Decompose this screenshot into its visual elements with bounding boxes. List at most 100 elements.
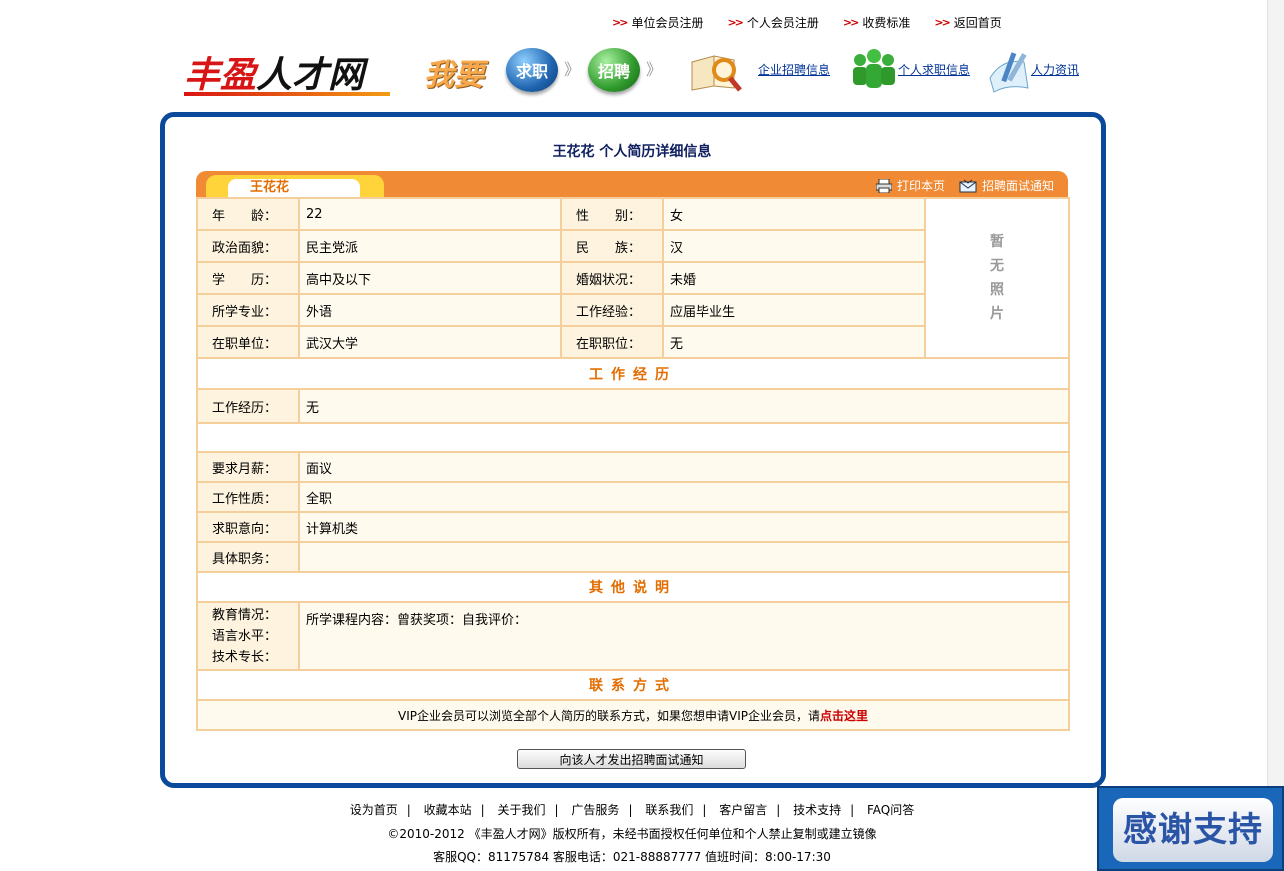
ethnicity-value: 汉 — [662, 229, 926, 263]
position-label: 在职职位： — [560, 325, 664, 359]
table-row: 工作经历 — [196, 357, 1070, 390]
gender-label: 性 别： — [560, 197, 664, 231]
seek-job-button[interactable]: 求职 — [506, 48, 558, 92]
chevron-right-icon: 》 — [646, 60, 663, 79]
job-intent-value: 计算机类 — [298, 511, 1070, 543]
envelope-icon — [959, 179, 977, 192]
table-row: 具体职务： — [196, 541, 1070, 573]
other-notes-value: 所学课程内容：曾获奖项：自我评价： — [298, 601, 1070, 671]
marital-value: 未婚 — [662, 261, 926, 295]
resume-table: 年 龄： 22 性 别： 女 暂无照片 政治面貌： 民主党派 民 族： 汉 学 … — [196, 197, 1070, 731]
salary-label: 要求月薪： — [196, 451, 300, 483]
copyright: ©2010-2012 《丰盈人才网》版权所有，未经书面授权任何单位和个人禁止复制… — [387, 827, 877, 841]
site-logo[interactable]: 丰盈人才网 — [184, 46, 390, 98]
iwant-label: 我要 — [424, 58, 484, 93]
photo-char: 无 — [990, 258, 1004, 274]
marital-label: 婚姻状况： — [560, 261, 664, 295]
nav-company-jobs[interactable]: 企业招聘信息 — [758, 61, 830, 78]
link-fees[interactable]: >> 收费标准 — [843, 14, 910, 31]
education-label: 学 历： — [196, 261, 300, 295]
footer-link-about[interactable]: 关于我们 — [498, 803, 546, 817]
printer-icon — [875, 178, 892, 193]
page-title: 王花花 个人简历详细信息 — [552, 144, 712, 160]
service-info: 客服QQ：81175784 客服电话：021-88887777 值班时间：8:0… — [433, 850, 831, 864]
age-label: 年 龄： — [196, 197, 300, 231]
interview-notify-button[interactable]: 招聘面试通知 — [959, 177, 1054, 194]
duty-label: 具体职务： — [196, 541, 300, 573]
table-row: 联系方式 — [196, 669, 1070, 701]
footer-link-support[interactable]: 技术支持 — [793, 803, 841, 817]
ethnicity-label: 民 族： — [560, 229, 664, 263]
table-row: 年 龄： 22 性 别： 女 暂无照片 — [196, 197, 1070, 359]
salary-value: 面议 — [298, 451, 1070, 483]
age-value: 22 — [298, 197, 562, 231]
spacer-row — [196, 422, 1070, 453]
table-row: 教育情况： 语言水平： 技术专长： 所学课程内容：曾获奖项：自我评价： — [196, 601, 1070, 671]
table-row: VIP企业会员可以浏览全部个人简历的联系方式，如果您想申请VIP企业会员，请点击… — [196, 699, 1070, 731]
footer-link-contact[interactable]: 联系我们 — [645, 803, 693, 817]
experience-value: 应届毕业生 — [662, 293, 926, 327]
work-history-label: 工作经历： — [196, 388, 300, 424]
top-links: >> 单位会员注册 >> 个人会员注册 >> 收费标准 >> 返回首页 — [612, 14, 1002, 31]
footer-link-message[interactable]: 客户留言 — [719, 803, 767, 817]
position-value: 无 — [662, 325, 926, 359]
table-row: 工作经历： 无 — [196, 388, 1070, 424]
book-magnifier-icon — [691, 55, 742, 92]
people-icon — [853, 49, 895, 88]
gender-value: 女 — [662, 197, 926, 231]
job-intent-label: 求职意向： — [196, 511, 300, 543]
nav-hr-news[interactable]: 人力资讯 — [1031, 61, 1079, 78]
footer-link-ads[interactable]: 广告服务 — [571, 803, 619, 817]
photo-char: 照 — [990, 282, 1004, 298]
politics-label: 政治面貌： — [196, 229, 300, 263]
scrollbar[interactable] — [1267, 0, 1284, 871]
section-other-notes: 其他说明 — [196, 571, 1070, 603]
footer-link-faq[interactable]: FAQ问答 — [867, 803, 914, 817]
skills-label: 技术专长： — [212, 649, 278, 665]
thanks-badge[interactable]: 感谢支持 — [1097, 786, 1284, 871]
photo-char: 片 — [990, 306, 1004, 322]
photo-text: 暂无照片 — [926, 230, 1068, 326]
education-info-label: 教育情况： — [212, 607, 278, 623]
employer-label: 在职单位： — [196, 325, 300, 359]
table-row: 工作性质： 全职 — [196, 481, 1070, 513]
work-history-value: 无 — [298, 388, 1070, 424]
language-label: 语言水平： — [212, 628, 278, 644]
table-row: 要求月薪： 面议 — [196, 451, 1070, 483]
footer-link-sethome[interactable]: 设为首页 — [350, 803, 398, 817]
chevron-right-icon: 》 — [564, 60, 581, 79]
print-button[interactable]: 打印本页 — [875, 177, 945, 194]
contact-text: VIP企业会员可以浏览全部个人简历的联系方式，如果您想申请VIP企业会员，请 — [398, 708, 820, 723]
print-label: 打印本页 — [896, 179, 945, 193]
link-home[interactable]: >> 返回首页 — [934, 14, 1001, 31]
link-company-register[interactable]: >> 单位会员注册 — [612, 14, 703, 31]
job-nature-label: 工作性质： — [196, 481, 300, 513]
duty-value — [298, 541, 1070, 573]
link-personal-register[interactable]: >> 个人会员注册 — [727, 14, 818, 31]
contact-notice: VIP企业会员可以浏览全部个人简历的联系方式，如果您想申请VIP企业会员，请点击… — [196, 699, 1070, 731]
major-value: 外语 — [298, 293, 562, 327]
education-value: 高中及以下 — [298, 261, 562, 295]
tab-actions: 打印本页 招聘面试通知 — [875, 177, 1054, 194]
click-here-link[interactable]: 点击这里 — [820, 709, 868, 723]
experience-label: 工作经验： — [560, 293, 664, 327]
send-interview-notice-button[interactable]: 向该人才发出招聘面试通知 — [517, 749, 746, 769]
table-row: 求职意向： 计算机类 — [196, 511, 1070, 543]
table-row — [196, 422, 1070, 453]
nav-personal-jobs[interactable]: 个人求职信息 — [898, 61, 970, 78]
other-labels: 教育情况： 语言水平： 技术专长： — [196, 601, 300, 671]
section-contact: 联系方式 — [196, 669, 1070, 701]
employer-value: 武汉大学 — [298, 325, 562, 359]
footer-links: 设为首页 | 收藏本站 | 关于我们 | 广告服务 | 联系我们 | 客户留言 | 技术支持… — [349, 803, 915, 817]
thanks-badge-text: 感谢支持 — [1113, 798, 1273, 862]
photo-placeholder: 暂无照片 — [924, 197, 1070, 359]
photo-char: 暂 — [990, 234, 1004, 250]
footer-link-bookmark[interactable]: 收藏本站 — [424, 803, 472, 817]
section-work-history: 工作经历 — [196, 357, 1070, 390]
job-nature-value: 全职 — [298, 481, 1070, 513]
tab-resume-name[interactable]: 王花花 — [228, 179, 360, 197]
politics-value: 民主党派 — [298, 229, 562, 263]
recruit-button[interactable]: 招聘 — [588, 48, 640, 92]
major-label: 所学专业： — [196, 293, 300, 327]
notify-label: 招聘面试通知 — [981, 179, 1054, 193]
